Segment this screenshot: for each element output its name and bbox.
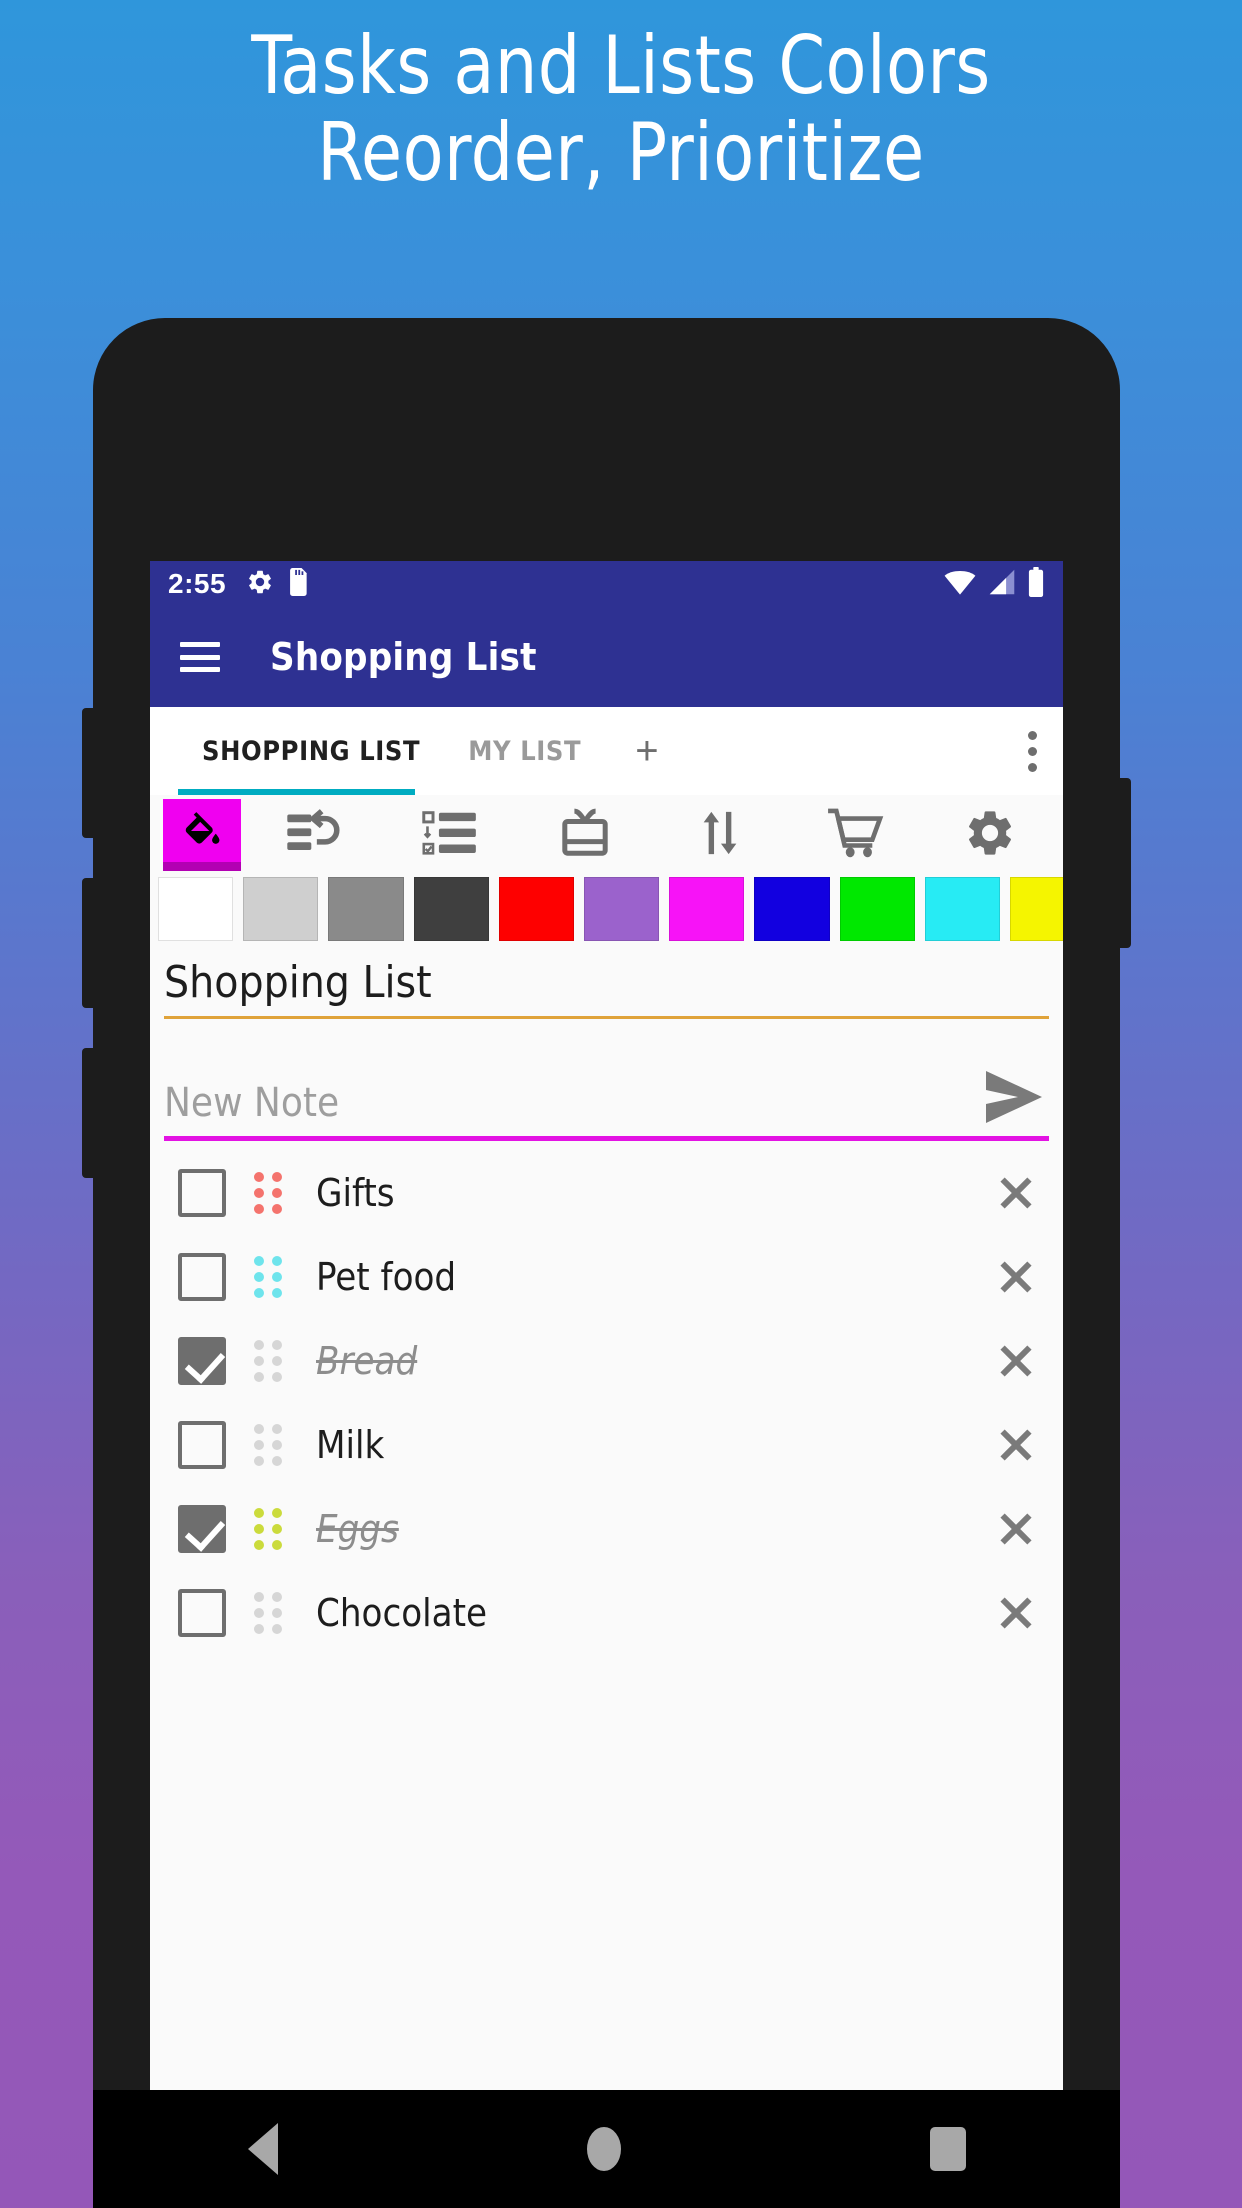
power-button[interactable]	[1117, 778, 1131, 948]
table-row[interactable]: Eggs	[150, 1487, 1063, 1571]
item-checkbox[interactable]	[178, 1589, 226, 1637]
tab-bar: SHOPPING LIST MY LIST +	[150, 707, 1063, 795]
send-arrow-icon[interactable]	[983, 1069, 1045, 1130]
color-swatch-white[interactable]	[158, 877, 234, 941]
color-swatch-purple[interactable]	[583, 877, 660, 941]
tab-my-list[interactable]: MY LIST	[444, 707, 605, 795]
phone-screen: 2:55 Shopping List SHOPPING LIST MY LIST…	[150, 561, 1063, 2208]
table-row[interactable]: Milk	[150, 1403, 1063, 1487]
drag-handle-icon[interactable]	[254, 1256, 284, 1298]
signal-icon	[987, 568, 1017, 601]
action-toolbar	[150, 795, 1063, 875]
active-tab-indicator	[178, 789, 415, 795]
item-label: Bread	[316, 1339, 418, 1383]
shopping-cart-button[interactable]	[787, 795, 922, 875]
color-swatch-yellow[interactable]	[1009, 877, 1063, 941]
color-swatch-blue[interactable]	[754, 877, 830, 941]
color-palette	[150, 875, 1063, 945]
sort-arrows-icon	[698, 808, 742, 863]
delete-item-button[interactable]	[993, 1590, 1039, 1636]
more-vertical-icon[interactable]	[1028, 730, 1037, 772]
item-checkbox[interactable]	[178, 1421, 226, 1469]
task-list: Gifts Pet food Bread Milk Eggs Chocolate	[150, 1141, 1063, 1655]
list-title-field-wrap: Shopping List	[150, 945, 1063, 1019]
volume-up-button[interactable]	[82, 708, 96, 838]
battery-icon	[1027, 566, 1045, 602]
side-button[interactable]	[82, 1048, 96, 1178]
back-triangle-icon[interactable]	[247, 2123, 278, 2175]
settings-gear-icon	[962, 806, 1018, 865]
drag-handle-icon[interactable]	[254, 1508, 284, 1550]
undo-list-button[interactable]	[248, 795, 383, 875]
checklist-button[interactable]	[383, 795, 518, 875]
color-swatch-red[interactable]	[498, 877, 574, 941]
paint-bucket-icon	[163, 799, 241, 871]
table-row[interactable]: Bread	[150, 1319, 1063, 1403]
app-bar: Shopping List	[150, 607, 1063, 707]
table-row[interactable]: Pet food	[150, 1235, 1063, 1319]
item-label: Pet food	[316, 1255, 457, 1299]
gift-icon	[557, 808, 613, 863]
drag-handle-icon[interactable]	[254, 1172, 284, 1214]
tab-shopping-list[interactable]: SHOPPING LIST	[178, 707, 444, 795]
phone-mockup: 2:55 Shopping List SHOPPING LIST MY LIST…	[82, 318, 1131, 2208]
color-swatch-gray[interactable]	[328, 877, 404, 941]
drag-handle-icon[interactable]	[254, 1592, 284, 1634]
item-label: Gifts	[316, 1171, 395, 1215]
gift-button[interactable]	[518, 795, 653, 875]
item-checkbox[interactable]	[178, 1337, 226, 1385]
sort-button[interactable]	[652, 795, 787, 875]
android-nav-bar	[93, 2090, 1120, 2208]
table-row[interactable]: Chocolate	[150, 1571, 1063, 1655]
color-swatch-cyan[interactable]	[924, 877, 1000, 941]
hamburger-menu-icon[interactable]	[180, 642, 220, 672]
color-swatch-green[interactable]	[839, 877, 915, 941]
add-tab-button[interactable]: +	[605, 707, 688, 795]
item-checkbox[interactable]	[178, 1169, 226, 1217]
checklist-icon	[421, 809, 479, 862]
delete-item-button[interactable]	[993, 1422, 1039, 1468]
paint-bucket-button[interactable]	[156, 795, 248, 875]
headline-line-1: Tasks and Lists Colors	[251, 19, 991, 112]
delete-item-button[interactable]	[993, 1170, 1039, 1216]
item-checkbox[interactable]	[178, 1505, 226, 1553]
home-circle-icon[interactable]	[586, 2127, 621, 2171]
list-title-input[interactable]: Shopping List	[164, 951, 1049, 1016]
new-note-input[interactable]: New Note	[164, 1080, 983, 1132]
headline-line-2: Reorder, Prioritize	[317, 106, 925, 200]
color-swatch-light-gray[interactable]	[243, 877, 319, 941]
color-swatch-magenta[interactable]	[669, 877, 745, 941]
drag-handle-icon[interactable]	[254, 1340, 284, 1382]
status-bar-clock: 2:55	[168, 568, 227, 599]
promo-headline: Tasks and Lists Colors Reorder, Prioriti…	[43, 19, 1198, 200]
page-title: Shopping List	[270, 635, 537, 679]
new-note-underline	[164, 1136, 1049, 1141]
status-bar: 2:55	[150, 561, 1063, 607]
delete-item-button[interactable]	[993, 1506, 1039, 1552]
settings-button[interactable]	[922, 795, 1057, 875]
delete-item-button[interactable]	[993, 1338, 1039, 1384]
recents-square-icon[interactable]	[929, 2127, 966, 2171]
drag-handle-icon[interactable]	[254, 1424, 284, 1466]
item-label: Milk	[316, 1423, 385, 1467]
table-row[interactable]: Gifts	[150, 1151, 1063, 1235]
new-note-field-wrap: New Note	[150, 1019, 1063, 1141]
volume-down-button[interactable]	[82, 878, 96, 1008]
color-swatch-dark-gray[interactable]	[413, 877, 489, 941]
gear-icon	[246, 568, 274, 601]
item-label: Chocolate	[316, 1591, 488, 1635]
wifi-icon	[943, 568, 977, 601]
shopping-cart-icon	[826, 808, 884, 863]
sdcard-icon	[288, 567, 310, 601]
delete-item-button[interactable]	[993, 1254, 1039, 1300]
item-checkbox[interactable]	[178, 1253, 226, 1301]
item-label: Eggs	[316, 1507, 399, 1551]
undo-list-icon	[287, 808, 343, 862]
